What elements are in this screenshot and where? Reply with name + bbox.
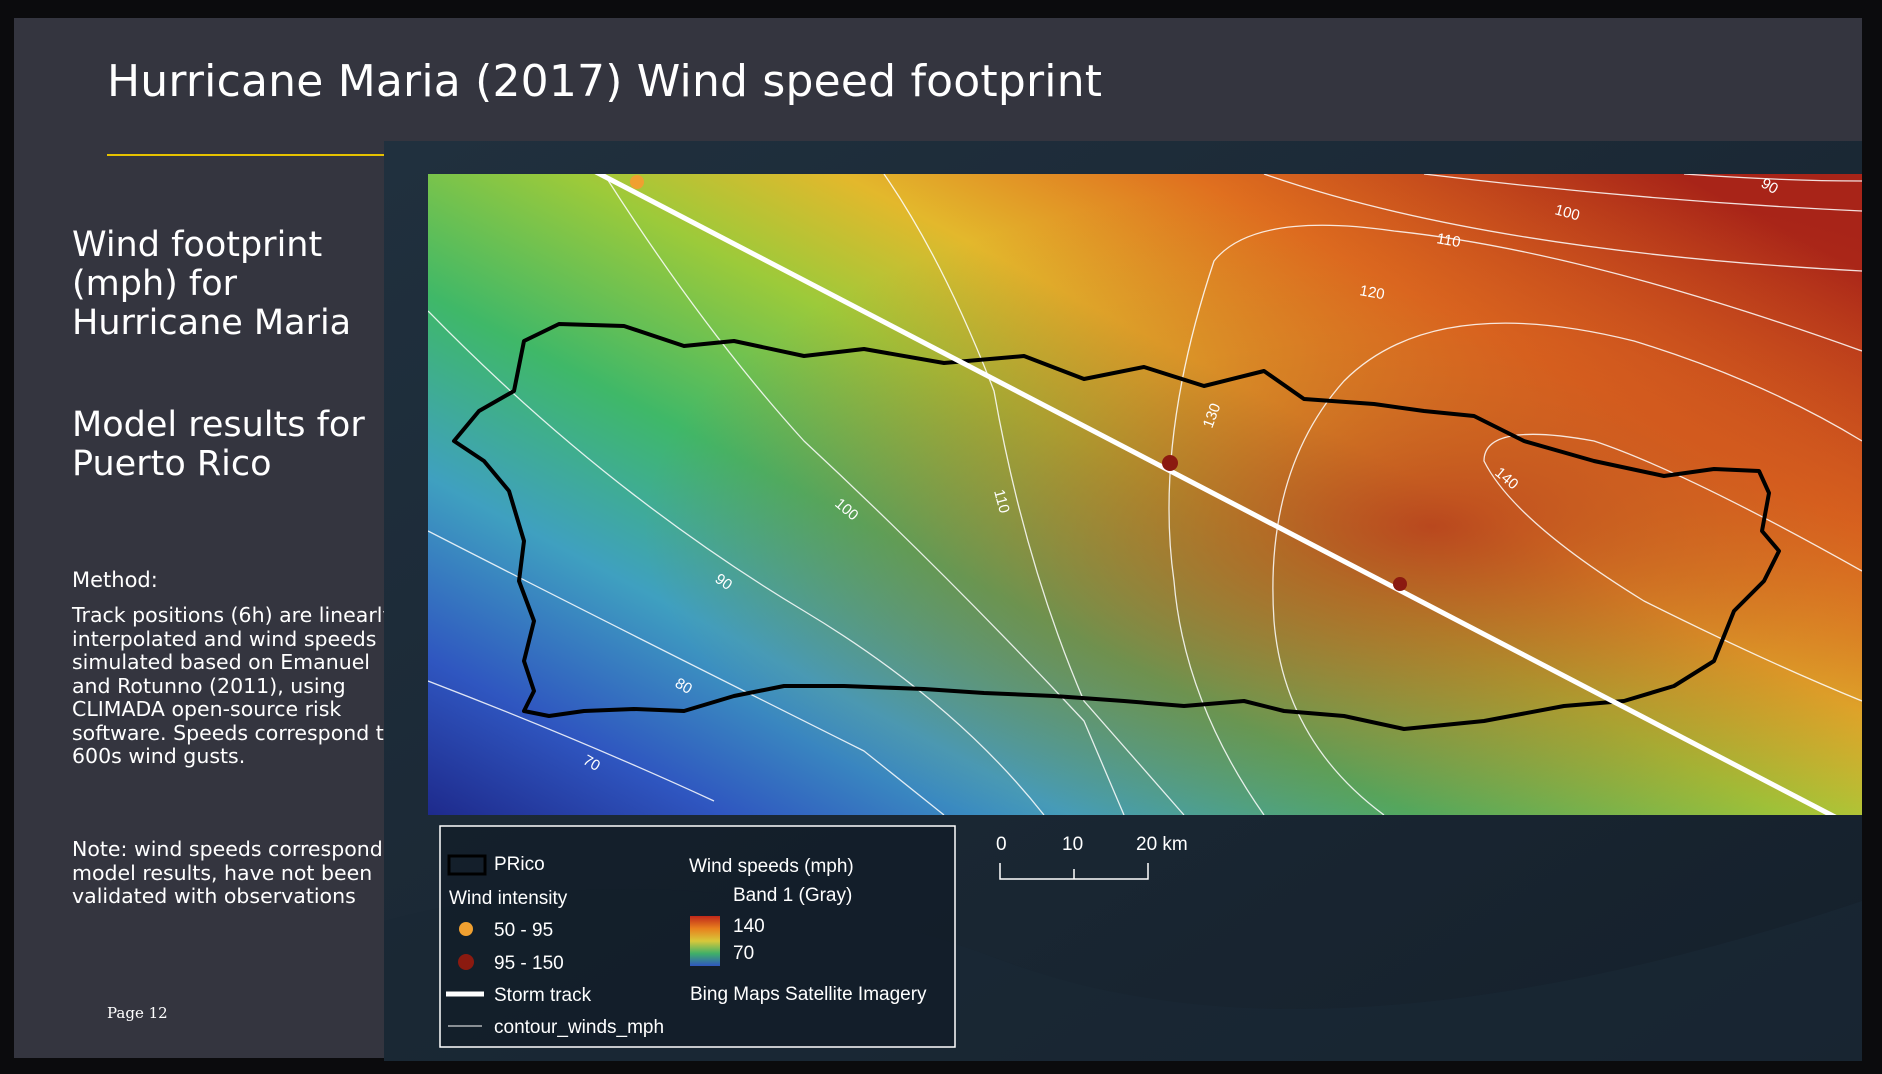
legend-wind-speeds: Wind speeds (mph) xyxy=(689,856,854,877)
legend-imagery: Bing Maps Satellite Imagery xyxy=(690,984,927,1005)
legend-contour: contour_winds_mph xyxy=(494,1017,664,1038)
scale-tick-label: 0 xyxy=(996,834,1007,855)
track-point-high xyxy=(1162,455,1178,471)
map-panel: 70 80 90 100 110 120 130 140 110 100 90 … xyxy=(384,141,1862,1061)
map-legend: PRico Wind intensity 50 - 95 95 - 150 St… xyxy=(439,825,956,1048)
legend-max: 140 xyxy=(733,916,765,937)
legend-band: Band 1 (Gray) xyxy=(733,885,852,906)
wind-map: 70 80 90 100 110 120 130 140 110 100 90 … xyxy=(384,141,1862,1061)
legend-min: 70 xyxy=(733,943,754,964)
sidebar-heading-model: Model results for Puerto Rico xyxy=(72,405,365,484)
note-text: Note: wind speeds correspond to model re… xyxy=(72,837,410,908)
scale-tick-label: 10 xyxy=(1062,834,1083,855)
slide-title: Hurricane Maria (2017) Wind speed footpr… xyxy=(107,56,1103,107)
legend-wind-intensity: Wind intensity xyxy=(449,888,568,909)
track-point-high xyxy=(1393,577,1407,591)
method-label: Method: xyxy=(72,568,158,592)
legend-prico: PRico xyxy=(494,854,545,875)
legend-storm-track: Storm track xyxy=(494,985,592,1006)
legend-color-ramp xyxy=(690,916,720,966)
legend-dot-low xyxy=(459,922,473,936)
sidebar-heading-footprint: Wind footprint (mph) for Hurricane Maria xyxy=(72,225,352,343)
legend-class-low: 50 - 95 xyxy=(494,920,553,941)
track-point-low xyxy=(630,175,644,189)
method-text: Track positions (6h) are linearly interp… xyxy=(72,603,397,768)
page-number: Page 12 xyxy=(107,1004,168,1022)
legend-class-high: 95 - 150 xyxy=(494,953,564,974)
legend-dot-high xyxy=(458,954,474,970)
scale-tick-label: 20 km xyxy=(1136,834,1188,855)
